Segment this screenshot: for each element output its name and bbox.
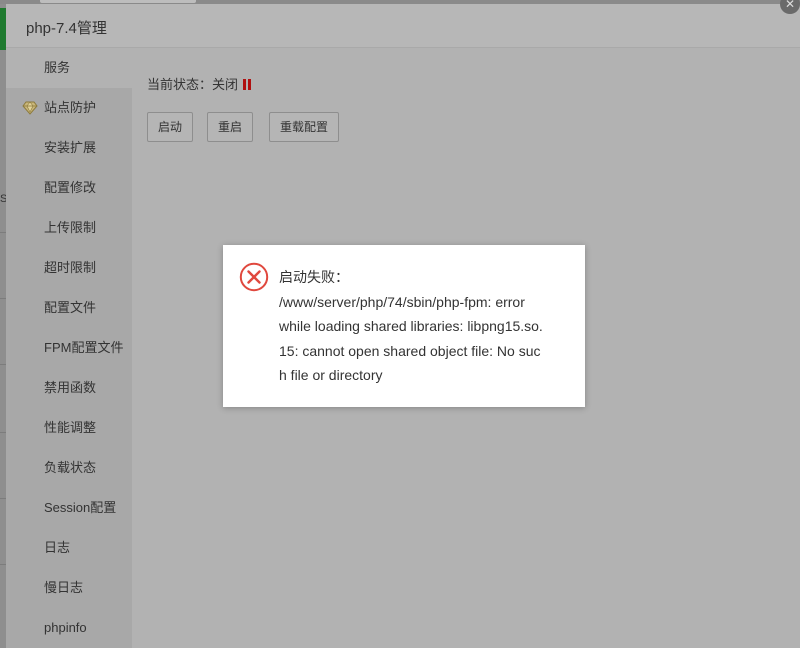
sidebar-item-upload-limit[interactable]: 上传限制	[6, 208, 132, 248]
restart-button[interactable]: 重启	[207, 112, 254, 142]
sidebar-item-service[interactable]: 服务	[6, 48, 132, 88]
service-status: 当前状态：关闭	[147, 74, 252, 93]
status-value: 关闭	[212, 77, 239, 92]
sidebar-item-label: 性能调整	[44, 420, 97, 435]
sidebar-item-site-protection[interactable]: 站点防护	[6, 88, 132, 128]
sidebar-item-config-file[interactable]: 配置文件	[6, 288, 132, 328]
sidebar-item-label: 超时限制	[44, 260, 97, 275]
sidebar-item-label: phpinfo	[44, 620, 87, 635]
sidebar-item-label: 服务	[44, 60, 71, 75]
sidebar-item-slow-log[interactable]: 慢日志	[6, 568, 132, 608]
sidebar-item-label: 上传限制	[44, 220, 97, 235]
sidebar-item-label: 日志	[44, 540, 71, 555]
sidebar-item-phpinfo[interactable]: phpinfo	[6, 608, 132, 648]
sidebar-item-label: 安装扩展	[44, 140, 97, 155]
sidebar-item-label: 慢日志	[44, 580, 84, 595]
alert-message-line: /www/server/php/74/sbin/php-fpm: error	[279, 293, 525, 310]
sidebar-item-session-config[interactable]: Session配置	[6, 488, 132, 528]
sidebar-item-label: 配置修改	[44, 180, 97, 195]
sidebar-item-label: Session配置	[44, 500, 117, 515]
sidebar-item-config-modify[interactable]: 配置修改	[6, 168, 132, 208]
alert-message-line: while loading shared libraries: libpng15…	[279, 318, 543, 334]
dialog-header: php-7.4管理	[6, 4, 800, 48]
sidebar-item-load-status[interactable]: 负载状态	[6, 448, 132, 488]
sidebar-item-label: 站点防护	[44, 100, 97, 115]
sidebar-item-label: 配置文件	[44, 300, 97, 315]
sidebar-menu: 服务 站点防护 安装扩展 配置修改 上传限制 超时限制 配置文件 FPM配置文件…	[6, 48, 132, 648]
pause-icon	[243, 79, 252, 90]
sidebar-item-log[interactable]: 日志	[6, 528, 132, 568]
status-label: 当前状态：	[147, 77, 213, 92]
alert-message-line: 启动失败：	[279, 269, 349, 285]
sidebar-item-label: 禁用函数	[44, 380, 97, 395]
alert-message: 启动失败： /www/server/php/74/sbin/php-fpm: e…	[279, 265, 565, 388]
diamond-icon	[22, 101, 38, 115]
error-alert: 启动失败： /www/server/php/74/sbin/php-fpm: e…	[223, 245, 585, 407]
background-top-tab	[40, 0, 196, 3]
sidebar-item-label: FPM配置文件	[44, 340, 124, 355]
alert-message-line: 15: cannot open shared object file: No s…	[279, 342, 541, 359]
sidebar-item-label: 负载状态	[44, 460, 97, 475]
sidebar-item-timeout-limit[interactable]: 超时限制	[6, 248, 132, 288]
sidebar-item-fpm-config-file[interactable]: FPM配置文件	[6, 328, 132, 368]
sidebar-item-performance[interactable]: 性能调整	[6, 408, 132, 448]
sidebar-item-disabled-functions[interactable]: 禁用函数	[6, 368, 132, 408]
reload-config-button[interactable]: 重载配置	[269, 112, 340, 142]
sidebar-item-install-extension[interactable]: 安装扩展	[6, 128, 132, 168]
error-circle-x-icon	[239, 262, 269, 292]
start-button[interactable]: 启动	[147, 112, 194, 142]
dialog-title: php-7.4管理	[26, 20, 107, 37]
alert-message-line: h file or directory	[279, 367, 383, 383]
